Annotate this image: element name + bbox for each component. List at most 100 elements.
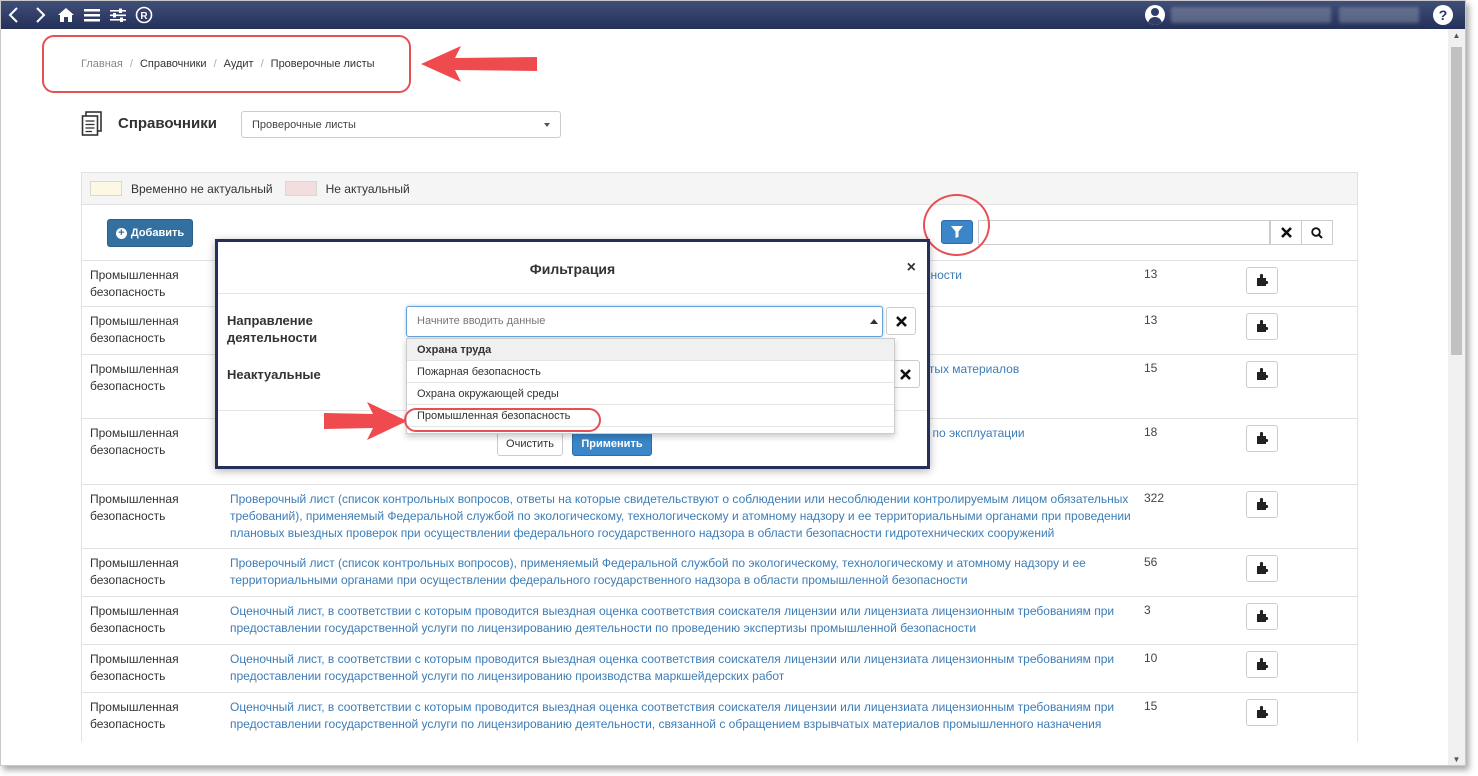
user-icon[interactable] (1145, 5, 1165, 25)
row-count: 56 (1144, 555, 1158, 569)
reference-select-value: Проверочные листы (252, 119, 356, 131)
user-name-redacted (1171, 7, 1331, 23)
status-legend: Временно не актуальный Не актуальный (81, 172, 1358, 205)
forward-icon[interactable] (27, 1, 53, 29)
row-direction: Промышленная безопасность (90, 492, 179, 523)
puzzle-icon (1256, 706, 1268, 718)
row-direction: Промышленная безопасность (90, 556, 179, 587)
dropdown-option[interactable]: Пожарная безопасность (407, 361, 894, 383)
clear-direction-button[interactable] (886, 307, 916, 335)
modal-title: Фильтрация (529, 261, 616, 277)
row-title-link[interactable]: Оценочный лист, в соответствии с которым… (230, 699, 1150, 733)
search-button[interactable] (1301, 220, 1333, 245)
row-count: 13 (1144, 267, 1158, 281)
callout-arrow-icon (421, 46, 537, 82)
row-count: 13 (1144, 313, 1158, 327)
add-button[interactable]: + Добавить (107, 219, 193, 247)
row-count: 322 (1144, 491, 1165, 505)
search-icon (1311, 226, 1323, 239)
row-action-button[interactable] (1246, 313, 1278, 340)
svg-text:R: R (140, 11, 148, 22)
dropdown-option[interactable]: Охрана труда (407, 339, 894, 361)
row-action-button[interactable] (1246, 603, 1278, 630)
scroll-up-icon[interactable]: ▲ (1448, 29, 1465, 43)
filter-highlight (923, 194, 990, 256)
row-action-button[interactable] (1246, 651, 1278, 678)
puzzle-icon (1256, 562, 1268, 574)
user-area: ? (1145, 1, 1465, 29)
puzzle-icon (1256, 498, 1268, 510)
row-count: 15 (1144, 361, 1158, 375)
apply-button[interactable]: Применить (572, 432, 652, 456)
modal-close-icon[interactable]: × (907, 259, 916, 277)
row-action-button[interactable] (1246, 425, 1278, 452)
row-count: 15 (1144, 699, 1158, 713)
page-title: Справочники (118, 115, 217, 132)
app-window: R ? ▲ ▼ Главная / Справочники / Аудит / … (0, 0, 1466, 766)
breadcrumb: Главная / Справочники / Аудит / Провероч… (81, 58, 375, 70)
clear-button[interactable]: Очистить (497, 432, 563, 456)
legend-inactive: Не актуальный (325, 181, 410, 196)
callout-arrow-icon (324, 402, 407, 440)
table-row[interactable]: Промышленная безопасность Оценочный лист… (82, 596, 1357, 644)
search-input[interactable] (978, 220, 1270, 245)
direction-input[interactable]: Начните вводить данные (406, 306, 883, 337)
table-row[interactable]: Промышленная безопасность Оценочный лист… (82, 692, 1357, 742)
puzzle-icon (1256, 432, 1268, 444)
help-icon[interactable]: ? (1433, 5, 1453, 25)
dropdown-option[interactable]: Охрана окружающей среды (407, 383, 894, 405)
row-direction: Промышленная безопасность (90, 314, 179, 345)
puzzle-icon (1256, 658, 1268, 670)
breadcrumb-references[interactable]: Справочники (140, 58, 207, 70)
breadcrumb-audit[interactable]: Аудит (224, 58, 254, 70)
row-direction: Промышленная безопасность (90, 426, 179, 457)
clear-search-button[interactable] (1270, 220, 1302, 245)
row-action-button[interactable] (1246, 361, 1278, 388)
caret-up-icon[interactable] (870, 319, 878, 324)
row-action-button[interactable] (1246, 699, 1278, 726)
settings-sliders-icon[interactable] (105, 1, 131, 29)
row-direction: Промышленная безопасность (90, 268, 179, 299)
close-icon (899, 368, 911, 380)
puzzle-icon (1256, 320, 1268, 332)
row-action-button[interactable] (1246, 491, 1278, 518)
back-icon[interactable] (1, 1, 27, 29)
user-role-redacted (1339, 7, 1419, 23)
direction-input-placeholder: Начните вводить данные (417, 315, 546, 327)
home-icon[interactable] (53, 1, 79, 29)
reference-select[interactable]: Проверочные листы (241, 111, 561, 138)
table-row[interactable]: Промышленная безопасность Проверочный ли… (82, 484, 1357, 548)
row-direction: Промышленная безопасность (90, 652, 179, 683)
row-direction: Промышленная безопасность (90, 362, 179, 393)
row-count: 3 (1144, 603, 1151, 617)
table-row[interactable]: Промышленная безопасность Проверочный ли… (82, 548, 1357, 596)
table-row[interactable]: Промышленная безопасность Оценочный лист… (82, 644, 1357, 692)
scroll-thumb[interactable] (1451, 47, 1462, 355)
close-icon (895, 315, 907, 327)
vertical-scrollbar[interactable]: ▲ ▼ (1448, 29, 1465, 765)
breadcrumb-home[interactable]: Главная (81, 58, 123, 70)
modal-header: Фильтрация × (218, 242, 927, 294)
registered-icon[interactable]: R (131, 1, 157, 29)
scroll-down-icon[interactable]: ▼ (1448, 753, 1465, 765)
documents-icon (81, 111, 102, 136)
swatch-inactive (284, 181, 317, 196)
row-title-link[interactable]: Оценочный лист, в соответствии с которым… (230, 603, 1150, 637)
row-count: 18 (1144, 425, 1158, 439)
puzzle-icon (1256, 274, 1268, 286)
add-button-label: Добавить (130, 227, 185, 239)
menu-icon[interactable] (79, 1, 105, 29)
plus-circle-icon: + (115, 227, 127, 239)
row-direction: Промышленная безопасность (90, 700, 179, 731)
swatch-temporarily-inactive (90, 181, 122, 196)
row-direction: Промышленная безопасность (90, 604, 179, 635)
row-title-link[interactable]: Проверочный лист (список контрольных воп… (230, 555, 1150, 589)
top-navbar: R ? (1, 1, 1465, 29)
row-title-link[interactable]: Проверочный лист (список контрольных воп… (230, 491, 1150, 542)
row-title-link[interactable]: Оценочный лист, в соответствии с которым… (230, 651, 1150, 685)
close-icon (1280, 227, 1292, 238)
puzzle-icon (1256, 610, 1268, 622)
row-action-button[interactable] (1246, 267, 1278, 294)
breadcrumb-checklists: Проверочные листы (270, 58, 375, 70)
row-action-button[interactable] (1246, 555, 1278, 582)
